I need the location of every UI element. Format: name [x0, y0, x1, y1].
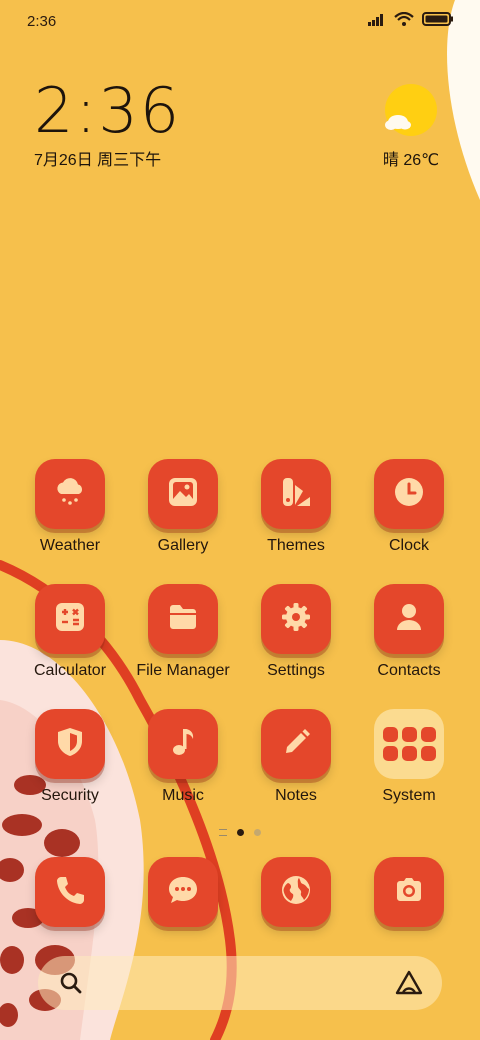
palette-icon	[279, 475, 313, 514]
camera-icon	[392, 873, 426, 912]
shield-icon	[53, 725, 87, 764]
calculator-icon	[53, 600, 87, 639]
app-notes[interactable]: Notes	[241, 709, 351, 805]
app-label: Security	[41, 787, 99, 804]
app-settings[interactable]: Settings	[241, 584, 351, 680]
folder-icon	[166, 600, 200, 639]
app-clock[interactable]: Clock	[354, 459, 464, 555]
gear-icon	[279, 600, 313, 639]
clock-icon	[392, 475, 426, 514]
app-themes[interactable]: Themes	[241, 459, 351, 555]
app-label: Gallery	[157, 537, 209, 554]
folder-system[interactable]: System	[354, 709, 464, 805]
status-time: 2:36	[27, 13, 57, 30]
page-dot[interactable]	[254, 829, 261, 836]
app-contacts[interactable]: Contacts	[354, 584, 464, 680]
person-icon	[392, 600, 426, 639]
dock-phone[interactable]	[15, 857, 125, 927]
music-note-icon	[166, 725, 200, 764]
app-music[interactable]: Music	[128, 709, 238, 805]
app-label: Notes	[275, 787, 317, 804]
dock-browser[interactable]	[241, 857, 351, 927]
clock-widget[interactable]: 2:36 7月26日 周三下午	[34, 78, 181, 170]
app-label: Weather	[39, 537, 101, 554]
app-label: File Manager	[136, 662, 230, 679]
pencil-icon	[279, 725, 313, 764]
status-bar: 2:36	[0, 0, 480, 42]
weather-text: 晴 26℃	[382, 152, 440, 169]
image-icon	[166, 475, 200, 514]
feed-page-dot[interactable]	[219, 829, 227, 836]
dock-camera[interactable]	[354, 857, 464, 927]
app-label: Contacts	[377, 662, 441, 679]
battery-full-icon	[422, 12, 454, 31]
search-bar[interactable]	[38, 956, 442, 1010]
app-file-manager[interactable]: File Manager	[128, 584, 238, 680]
wifi-icon	[394, 11, 414, 31]
app-weather[interactable]: Weather	[15, 459, 125, 555]
app-label: Music	[162, 787, 204, 804]
globe-icon	[279, 873, 313, 912]
folder-grid-icon	[374, 709, 444, 779]
app-label: Clock	[388, 537, 429, 554]
signal-bars-icon	[368, 13, 386, 31]
page-dot-active[interactable]	[237, 829, 244, 836]
dock-messages[interactable]	[128, 857, 238, 927]
search-icon[interactable]	[58, 970, 84, 1001]
phone-icon	[53, 873, 87, 912]
page-indicator[interactable]	[0, 829, 480, 836]
app-security[interactable]: Security	[15, 709, 125, 805]
app-calculator[interactable]: Calculator	[15, 584, 125, 680]
assistant-icon[interactable]	[394, 969, 424, 1002]
app-gallery[interactable]: Gallery	[128, 459, 238, 555]
app-label: Themes	[267, 537, 325, 554]
widget-time: 2:36	[34, 74, 182, 147]
weather-widget[interactable]: 晴 26℃	[376, 84, 446, 170]
cloud-rain-icon	[52, 474, 88, 515]
sun-cloud-icon	[385, 84, 437, 136]
message-icon	[166, 873, 200, 912]
app-label: Calculator	[33, 662, 107, 679]
widget-date: 7月26日 周三下午	[34, 152, 162, 169]
app-label: Settings	[267, 662, 325, 679]
app-label: System	[382, 787, 436, 804]
